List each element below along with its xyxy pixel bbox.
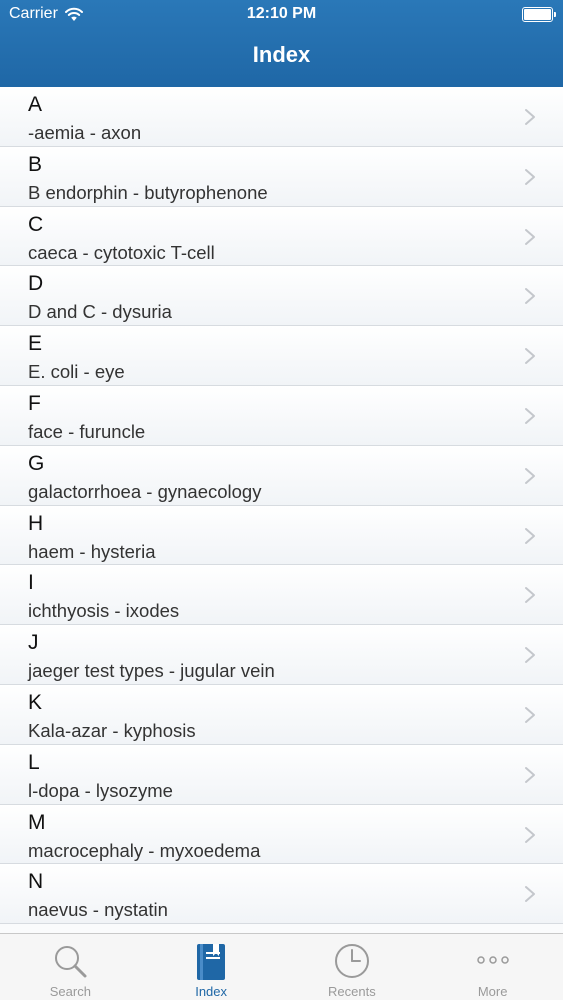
index-range: face - furuncle <box>28 420 146 442</box>
index-letter: K <box>28 690 43 714</box>
clock-icon <box>332 942 372 982</box>
chevron-right-icon <box>525 109 535 125</box>
index-row-b[interactable]: B B endorphin - butyrophenone <box>0 146 563 207</box>
tab-search[interactable]: Search <box>0 934 141 1000</box>
index-letter: F <box>28 391 41 415</box>
index-row-n[interactable]: Nnaevus - nystatin <box>0 864 563 925</box>
tab-more[interactable]: More <box>422 934 563 1000</box>
index-range: jaeger test types - jugular vein <box>28 660 275 682</box>
index-letter: B <box>28 152 43 176</box>
battery-icon <box>522 7 556 22</box>
index-range: B endorphin - butyrophenone <box>28 181 268 203</box>
chevron-right-icon <box>525 647 535 664</box>
index-row-h[interactable]: Hhaem - hysteria <box>0 505 563 566</box>
index-range: E. coli - eye <box>28 361 125 383</box>
index-letter: L <box>28 750 40 774</box>
magnifier-icon <box>50 942 90 982</box>
index-letter: M <box>28 810 46 834</box>
tab-label: Recents <box>328 984 376 999</box>
index-letter: J <box>28 631 39 655</box>
book-icon <box>191 942 231 982</box>
tab-bar: Search Index Recents More <box>0 933 563 1000</box>
chevron-right-icon <box>525 168 535 185</box>
index-letter: H <box>28 511 44 535</box>
index-range: ichthyosis - ixodes <box>28 600 180 622</box>
index-row-f[interactable]: Fface - furuncle <box>0 385 563 446</box>
index-row-g[interactable]: Ggalactorrhoea - gynaecology <box>0 445 563 506</box>
index-row-d[interactable]: D D and C - dysuria <box>0 266 563 327</box>
tab-recents[interactable]: Recents <box>282 934 423 1000</box>
index-list[interactable]: A -aemia - axon B B endorphin - butyropheno… <box>0 87 563 933</box>
index-letter: D <box>28 272 44 296</box>
index-range: D and C - dysuria <box>28 301 172 323</box>
index-range: caeca - cytotoxic T-cell <box>28 241 215 263</box>
index-row-i[interactable]: Iichthyosis - ixodes <box>0 565 563 626</box>
index-letter: N <box>28 870 44 894</box>
index-row-c[interactable]: Ccaeca - cytotoxic T-cell <box>0 206 563 267</box>
chevron-right-icon <box>525 348 535 365</box>
chevron-right-icon <box>525 527 535 544</box>
chevron-right-icon <box>525 467 535 484</box>
index-range: naevus - nystatin <box>28 899 168 921</box>
tab-label: More <box>477 984 508 999</box>
chevron-right-icon <box>525 587 535 604</box>
index-range: l-dopa - lysozyme <box>28 779 173 801</box>
index-range: galactorrhoea - gynaecology <box>28 480 262 502</box>
index-row-l[interactable]: Ll-dopa - lysozyme <box>0 744 563 805</box>
index-row-k[interactable]: K Kala-azar - kyphosis <box>0 684 563 745</box>
index-row-a[interactable]: A -aemia - axon <box>0 87 563 147</box>
index-row-j[interactable]: Jjaeger test types - jugular vein <box>0 625 563 685</box>
tab-label: Search <box>49 984 91 999</box>
index-letter: C <box>28 212 44 236</box>
more-dots-icon <box>473 942 513 982</box>
index-range: macrocephaly - myxoedema <box>28 839 261 861</box>
chevron-right-icon <box>525 766 535 783</box>
index-row-m[interactable]: Mmacrocephaly - myxoedema <box>0 804 563 865</box>
index-letter: I <box>28 571 34 595</box>
tab-label: Index <box>195 984 228 999</box>
tab-index[interactable]: Index <box>141 934 282 1000</box>
index-range: haem - hysteria <box>28 540 156 562</box>
chevron-right-icon <box>525 886 535 903</box>
chevron-right-icon <box>525 407 535 424</box>
chevron-right-icon <box>525 826 535 843</box>
page-title: Index <box>252 42 311 67</box>
chevron-right-icon <box>525 706 535 723</box>
status-bar: Carrier 12:10 PM <box>0 0 563 30</box>
index-row-e[interactable]: E E. coli - eye <box>0 326 563 386</box>
screen: Carrier 12:10 PM Index A -aemia - axon B B … <box>0 0 563 1000</box>
chevron-right-icon <box>525 288 535 305</box>
chevron-right-icon <box>525 228 535 245</box>
index-range: -aemia - axon <box>28 122 142 143</box>
index-letter: A <box>28 93 43 116</box>
index-letter: G <box>28 451 45 475</box>
index-range: Kala-azar - kyphosis <box>28 719 196 741</box>
navigation-header: Carrier 12:10 PM Index <box>0 0 563 87</box>
index-letter: E <box>28 332 43 356</box>
status-time: 12:10 PM <box>246 5 317 22</box>
